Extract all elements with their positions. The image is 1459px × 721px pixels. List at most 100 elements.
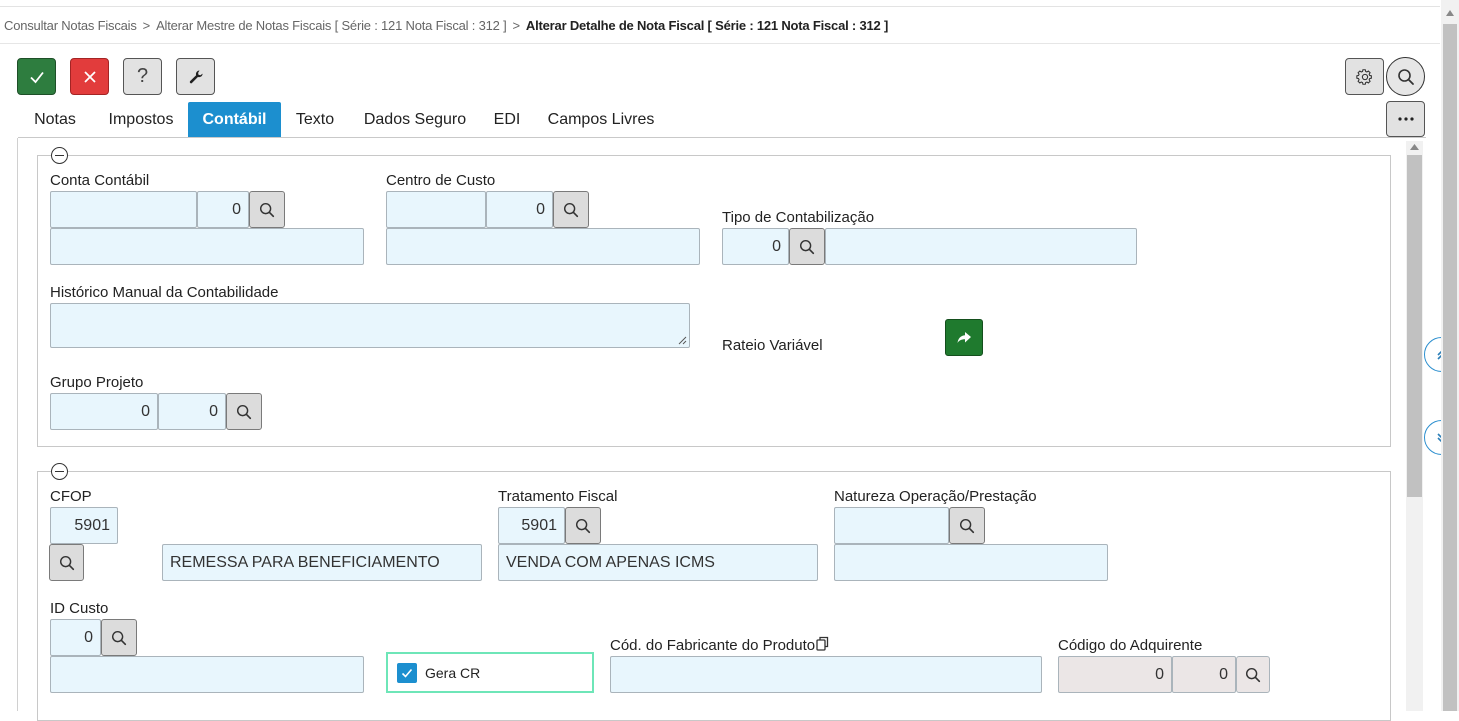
cfop-input[interactable]: 5901 [50, 507, 118, 544]
codigo-adquirente-label: Código do Adquirente [1058, 637, 1203, 654]
id-custo-description-input[interactable] [50, 656, 364, 693]
conta-contabil-label: Conta Contábil [50, 172, 150, 189]
tratamento-fiscal-input[interactable]: 5901 [498, 507, 565, 544]
help-button[interactable]: ? [123, 58, 162, 95]
gera-cr-label: Gera CR [425, 665, 481, 681]
grupo-projeto-input-1[interactable]: 0 [50, 393, 158, 430]
share-arrow-icon [957, 331, 971, 343]
rateio-variavel-label: Rateio Variável [722, 337, 823, 354]
grupo-projeto-input-2[interactable]: 0 [158, 393, 226, 430]
id-custo-label: ID Custo [50, 600, 109, 617]
content-border [17, 138, 18, 711]
tipo-contabilizacao-number-input[interactable]: 0 [722, 228, 789, 265]
ellipsis-icon [1397, 117, 1414, 121]
search-icon [58, 554, 76, 572]
breadcrumb-separator: > [512, 18, 521, 33]
tab-texto[interactable]: Texto [285, 102, 345, 138]
search-toolbar-button[interactable] [1386, 57, 1425, 96]
id-custo-search-button[interactable] [101, 619, 137, 656]
conta-contabil-code-input[interactable] [50, 191, 197, 228]
search-icon [258, 201, 276, 219]
top-border [0, 6, 1440, 7]
tratamento-fiscal-search-button[interactable] [565, 507, 601, 544]
codigo-adquirente-input-2: 0 [1172, 656, 1236, 693]
tab-divider [18, 137, 1426, 138]
question-icon: ? [136, 65, 149, 87]
natureza-operacao-search-button[interactable] [949, 507, 985, 544]
cfop-description-input[interactable]: REMESSA PARA BENEFICIAMENTO [162, 544, 482, 581]
tratamento-fiscal-label: Tratamento Fiscal [498, 488, 618, 505]
cod-fabricante-label-text: Cód. do Fabricante do Produto [610, 637, 816, 654]
codigo-adquirente-input-1: 0 [1058, 656, 1172, 693]
centro-custo-search-button[interactable] [553, 191, 589, 228]
cfop-label: CFOP [50, 488, 92, 505]
historico-manual-label: Histórico Manual da Contabilidade [50, 284, 279, 301]
centro-custo-description-input[interactable] [386, 228, 700, 265]
page-scrollbar[interactable] [1441, 0, 1459, 711]
content-scrollbar[interactable] [1406, 141, 1423, 711]
breadcrumb-divider [0, 43, 1440, 44]
page-scroll-arrow-up-icon[interactable] [1446, 10, 1454, 16]
cfop-search-button[interactable] [49, 544, 84, 581]
centro-custo-code-input[interactable] [386, 191, 486, 228]
collapse-section-icon[interactable] [51, 463, 68, 480]
tipo-contabilizacao-search-button[interactable] [789, 228, 825, 265]
tab-dados-seguro[interactable]: Dados Seguro [354, 102, 476, 138]
search-icon [110, 629, 128, 647]
close-icon [83, 70, 96, 83]
tab-campos-livres[interactable]: Campos Livres [540, 102, 662, 138]
natureza-operacao-label: Natureza Operação/Prestação [834, 488, 1037, 505]
codigo-adquirente-search-button[interactable] [1236, 656, 1270, 693]
resize-grip-icon[interactable] [678, 336, 687, 345]
conta-contabil-search-button[interactable] [249, 191, 285, 228]
search-icon [1396, 67, 1416, 87]
historico-manual-textarea[interactable] [50, 303, 690, 348]
tab-impostos[interactable]: Impostos [94, 102, 188, 138]
search-icon [574, 517, 592, 535]
tab-edi[interactable]: EDI [484, 102, 530, 138]
search-icon [798, 238, 816, 256]
grupo-projeto-label: Grupo Projeto [50, 374, 144, 391]
copy-icon[interactable] [816, 636, 829, 651]
tratamento-fiscal-description-input[interactable]: VENDA COM APENAS ICMS [498, 544, 818, 581]
breadcrumb-current: Alterar Detalhe de Nota Fiscal [ Série :… [525, 18, 889, 33]
gera-cr-checkbox[interactable] [397, 663, 417, 683]
tipo-contabilizacao-label: Tipo de Contabilização [722, 209, 875, 226]
search-icon [562, 201, 580, 219]
breadcrumb: Consultar Notas Fiscais > Alterar Mestre d… [4, 18, 888, 33]
tools-button[interactable] [176, 58, 215, 95]
tipo-contabilizacao-description-input[interactable] [825, 228, 1137, 265]
cod-fabricante-input[interactable] [610, 656, 1042, 693]
confirm-button[interactable] [17, 58, 56, 95]
breadcrumb-separator: > [142, 18, 151, 33]
settings-button[interactable] [1345, 58, 1384, 95]
natureza-operacao-description-input[interactable] [834, 544, 1108, 581]
check-icon [29, 71, 44, 83]
content-scrollbar-thumb[interactable] [1407, 155, 1422, 497]
cancel-button[interactable] [70, 58, 109, 95]
conta-contabil-number-input[interactable]: 0 [197, 191, 249, 228]
tab-contabil[interactable]: Contábil [188, 102, 281, 138]
search-icon [235, 403, 253, 421]
gear-icon [1355, 68, 1372, 85]
search-icon [958, 517, 976, 535]
centro-custo-number-input[interactable]: 0 [486, 191, 553, 228]
breadcrumb-item-consultar[interactable]: Consultar Notas Fiscais [4, 18, 137, 33]
wrench-icon [189, 70, 203, 83]
check-icon [401, 668, 413, 678]
natureza-operacao-input[interactable] [834, 507, 949, 544]
more-options-button[interactable] [1386, 101, 1425, 137]
page-scrollbar-thumb[interactable] [1443, 24, 1457, 711]
tab-notas[interactable]: Notas [18, 102, 92, 138]
scroll-arrow-up-icon[interactable] [1410, 144, 1419, 150]
conta-contabil-description-input[interactable] [50, 228, 364, 265]
centro-custo-label: Centro de Custo [386, 172, 496, 189]
gera-cr-field[interactable]: Gera CR [386, 652, 594, 693]
grupo-projeto-search-button[interactable] [226, 393, 262, 430]
cod-fabricante-label: Cód. do Fabricante do Produto [610, 636, 829, 654]
breadcrumb-item-alterar-mestre[interactable]: Alterar Mestre de Notas Fiscais [ Série … [156, 18, 507, 33]
id-custo-input[interactable]: 0 [50, 619, 101, 656]
rateio-variavel-button[interactable] [945, 319, 983, 356]
search-icon [1244, 666, 1262, 684]
collapse-section-icon[interactable] [51, 147, 68, 164]
